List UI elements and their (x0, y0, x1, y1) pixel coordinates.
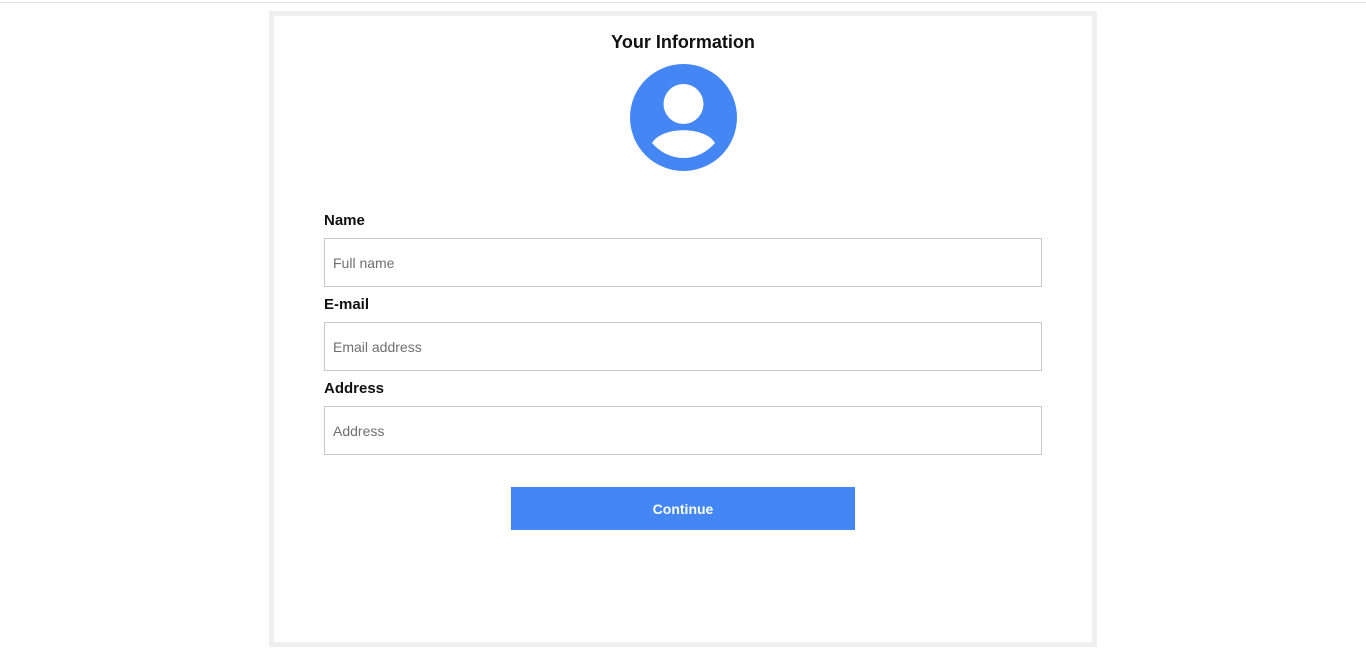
email-label: E-mail (324, 296, 370, 313)
top-divider (0, 2, 1366, 3)
page-title: Your Information (611, 32, 755, 52)
continue-button[interactable]: Continue (511, 487, 855, 530)
user-avatar-icon (630, 64, 737, 171)
address-input[interactable] (324, 406, 1042, 455)
full-name-input[interactable] (324, 238, 1042, 287)
information-form: Name E-mail Address (324, 211, 1042, 463)
address-label: Address (324, 380, 385, 397)
name-label: Name (324, 212, 365, 229)
information-card: Your Information Name E-mail Address Con… (269, 11, 1097, 647)
email-input[interactable] (324, 322, 1042, 371)
